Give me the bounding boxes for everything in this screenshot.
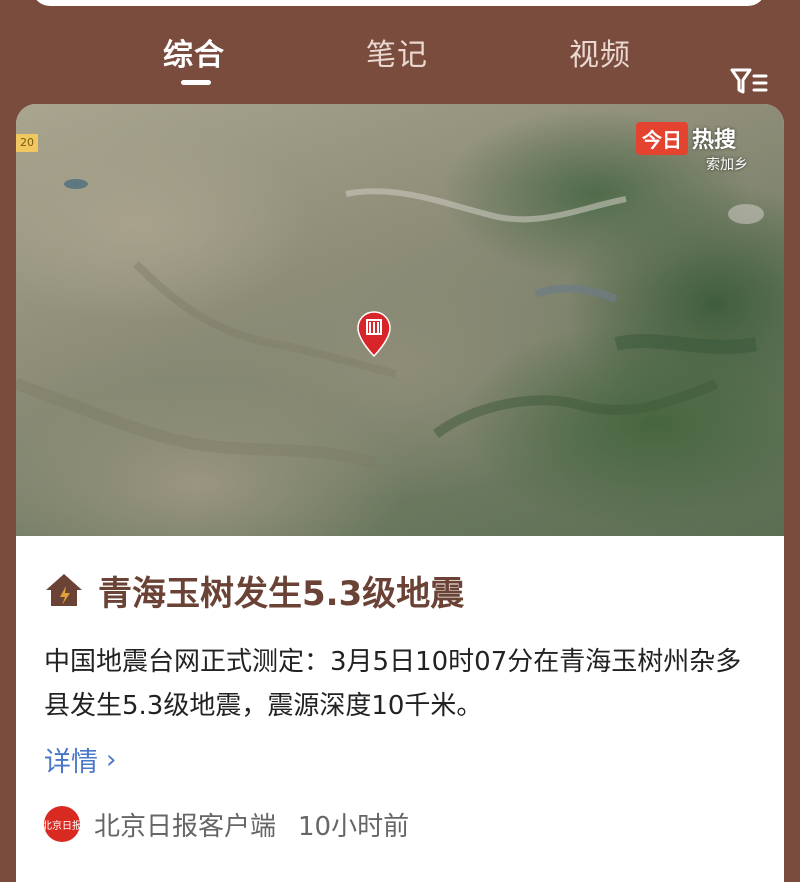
- source-logo[interactable]: 北京日报: [44, 806, 80, 842]
- tab-bar: 综合 笔记 视频: [0, 30, 800, 94]
- chevron-right-icon[interactable]: ›: [106, 745, 116, 775]
- map-corner-label: 20: [16, 134, 38, 152]
- active-tab-indicator: [181, 80, 211, 85]
- tab-videos[interactable]: 视频: [569, 30, 631, 74]
- source-logo-text: 北京日报: [44, 820, 80, 832]
- tab-notes[interactable]: 笔记: [366, 30, 428, 74]
- badge-location: 索加乡: [706, 157, 748, 173]
- detail-link[interactable]: 详情 ›: [44, 740, 116, 779]
- publish-time: 10小时前: [298, 811, 410, 842]
- article-title[interactable]: 青海玉树发生5.3级地震: [98, 566, 464, 615]
- trending-badge: 今日 热搜 索加乡: [636, 121, 768, 173]
- source-row: 北京日报 北京日报客户端 10小时前: [44, 804, 409, 844]
- filter-icon[interactable]: [730, 66, 768, 98]
- detail-label[interactable]: 详情: [44, 740, 98, 779]
- news-card[interactable]: 20 今日 热搜 索加乡 青海玉树发生5.3级地震 中国地震台网正式测定：3月5…: [16, 104, 784, 882]
- article-description: 中国地震台网正式测定：3月5日10时07分在青海玉树州杂多县发生5.3级地震，震…: [44, 647, 742, 721]
- article-title-row[interactable]: 青海玉树发生5.3级地震: [42, 566, 464, 615]
- badge-word: 热搜: [692, 128, 737, 153]
- map-pin-icon: [357, 311, 391, 358]
- tab-comprehensive[interactable]: 综合: [163, 30, 225, 74]
- badge-brand: 今日: [636, 121, 688, 155]
- source-name[interactable]: 北京日报客户端: [94, 806, 276, 843]
- search-bar[interactable]: [32, 0, 766, 6]
- house-icon: [46, 574, 82, 606]
- map-image[interactable]: 20 今日 热搜 索加乡: [16, 104, 784, 536]
